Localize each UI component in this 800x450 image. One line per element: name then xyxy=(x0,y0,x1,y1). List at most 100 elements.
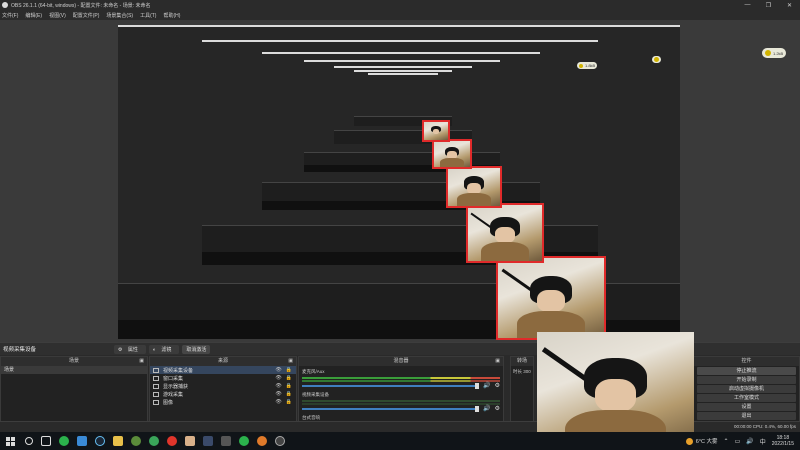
start-recording-button[interactable]: 开始录制 xyxy=(697,376,796,384)
emoji-icon xyxy=(654,57,659,62)
webcam-frame-1 xyxy=(496,256,606,340)
nested-capture-7 xyxy=(368,73,438,113)
visibility-icon[interactable]: 👁 xyxy=(275,383,281,389)
properties-button[interactable]: ⚙ 属性 xyxy=(114,344,146,354)
scene-item[interactable]: 场景 xyxy=(1,366,147,374)
chat-icon[interactable] xyxy=(239,436,249,446)
mixer-dock-title: 混音器 xyxy=(393,358,409,364)
sources-dock-title: 来源 xyxy=(217,358,228,364)
lock-icon[interactable]: 🔒 xyxy=(286,391,292,397)
close-button[interactable]: ✕ xyxy=(779,2,800,9)
weibo-icon[interactable] xyxy=(167,436,177,446)
network-icon[interactable]: ▭ xyxy=(735,438,741,445)
gamepad-icon xyxy=(153,391,159,397)
menu-help[interactable]: 帮助(H) xyxy=(163,12,180,19)
screen-icon[interactable] xyxy=(77,436,87,446)
system-clock[interactable]: 18:18 2022/1/15 xyxy=(772,435,794,447)
network-badge-nested-2: 1.8kB xyxy=(577,62,598,69)
network-badge: 1.2kB xyxy=(762,48,787,58)
scenes-dock-title: 场景 xyxy=(68,358,79,364)
menu-file[interactable]: 文件(F) xyxy=(2,12,18,19)
speaker-icon[interactable]: 🔊 xyxy=(483,382,490,389)
stop-streaming-button[interactable]: 停止推流 xyxy=(697,367,796,375)
task-view-icon[interactable] xyxy=(41,436,51,446)
lock-icon[interactable]: 🔒 xyxy=(286,399,292,405)
dock-float-icon[interactable]: ▣ xyxy=(139,357,144,366)
source-item[interactable]: 显示器捕获 👁 🔒 xyxy=(150,382,296,390)
browser-icon[interactable] xyxy=(257,436,267,446)
search-icon[interactable] xyxy=(25,437,33,445)
window-title: OBS 26.1.1 (64-bit, windows) - 配置文件: 未命名… xyxy=(11,2,151,9)
taskbar: 6°C 大雾 ⌃ ▭ 🔊 中 18:18 2022/1/15 xyxy=(0,432,800,450)
volume-meter xyxy=(302,400,500,402)
steam-icon[interactable] xyxy=(95,436,105,446)
window-icon xyxy=(153,375,159,381)
wechat-icon[interactable] xyxy=(59,436,69,446)
network-badge-text: 1.2kB xyxy=(773,50,784,56)
weather-icon xyxy=(685,437,693,445)
start-virtual-camera-button[interactable]: 启动虚拟摄像机 xyxy=(697,385,796,393)
exit-button[interactable]: 退出 xyxy=(697,412,796,420)
volume-meter xyxy=(302,377,500,379)
obs-app-icon xyxy=(2,2,8,8)
maximize-button[interactable]: ❐ xyxy=(758,2,779,9)
volume-slider[interactable] xyxy=(302,407,478,410)
menu-profile[interactable]: 配置文件(P) xyxy=(73,12,100,19)
ime-icon[interactable]: 中 xyxy=(760,437,766,446)
visibility-icon[interactable]: 👁 xyxy=(275,399,281,405)
menu-bar: 文件(F) 编辑(E) 视图(V) 配置文件(P) 场景集合(S) 工具(T) … xyxy=(0,10,800,20)
lock-icon[interactable]: 🔒 xyxy=(286,367,292,373)
minimize-button[interactable]: — xyxy=(737,2,758,9)
status-stats: 00:00:00 CPU: 0.4%, 60.00 fps xyxy=(733,424,796,429)
gear-icon[interactable]: ⚙ xyxy=(495,405,500,412)
emoji-icon xyxy=(579,63,583,68)
visibility-icon[interactable]: 👁 xyxy=(275,367,281,373)
lock-icon[interactable]: 🔒 xyxy=(286,375,292,381)
studio-mode-button[interactable]: 工作室模式 xyxy=(697,394,796,402)
channel-name: 视频采集设备 xyxy=(302,392,329,397)
chrome-icon[interactable] xyxy=(149,436,159,446)
webcam-frame-4 xyxy=(432,139,472,169)
source-item[interactable]: 游戏采集 👁 🔒 xyxy=(150,390,296,398)
duration-value[interactable]: 300 xyxy=(523,369,531,374)
speaker-icon[interactable]: 🔊 xyxy=(483,405,490,412)
mixer-channel-mic: 麦克风/Aux 🔊 ⚙ xyxy=(299,366,503,389)
monitor-icon xyxy=(153,383,159,389)
slider-knob[interactable] xyxy=(475,382,480,389)
volume-meter xyxy=(302,403,500,405)
folder-icon[interactable] xyxy=(113,436,123,446)
menu-scene-collection[interactable]: 场景集合(S) xyxy=(106,12,133,19)
windows-start-icon[interactable] xyxy=(6,436,15,446)
source-item[interactable]: 窗口采集 👁 🔒 xyxy=(150,374,296,382)
photo-icon[interactable] xyxy=(221,436,231,446)
preview-canvas[interactable]: 1.2kB 1.8kB xyxy=(0,20,800,342)
menu-view[interactable]: 视图(V) xyxy=(49,12,66,19)
controls-dock-title: 控件 xyxy=(694,357,799,366)
visibility-icon[interactable]: 👁 xyxy=(275,391,281,397)
visibility-icon[interactable]: 👁 xyxy=(275,375,281,381)
deactivate-button[interactable]: 取消激活 xyxy=(182,344,211,354)
editor-icon[interactable] xyxy=(203,436,213,446)
obs-icon[interactable] xyxy=(275,436,285,446)
store-icon[interactable] xyxy=(185,436,195,446)
volume-icon[interactable]: 🔊 xyxy=(746,438,753,445)
gear-icon[interactable]: ⚙ xyxy=(495,382,500,389)
weather-widget[interactable]: 6°C 大雾 xyxy=(685,437,718,445)
app-icon[interactable] xyxy=(131,436,141,446)
dock-float-icon[interactable]: ▣ xyxy=(288,357,293,366)
settings-button[interactable]: 设置 xyxy=(697,403,796,411)
lock-icon[interactable]: 🔒 xyxy=(286,383,292,389)
title-bar: OBS 26.1.1 (64-bit, windows) - 配置文件: 未命名… xyxy=(0,0,800,10)
webcam-frame-2 xyxy=(466,203,544,263)
filters-button[interactable]: ◐ 滤镜 xyxy=(148,344,180,354)
tray-chevron-icon[interactable]: ⌃ xyxy=(724,438,729,445)
dock-float-icon[interactable]: ▣ xyxy=(495,357,500,366)
slider-knob[interactable] xyxy=(475,405,480,412)
network-badge-nested xyxy=(652,56,661,63)
menu-tools[interactable]: 工具(T) xyxy=(140,12,156,19)
volume-slider[interactable] xyxy=(302,384,478,387)
source-item[interactable]: 视频采集设备 👁 🔒 xyxy=(150,366,296,374)
source-item[interactable]: 图像 👁 🔒 xyxy=(150,398,296,406)
mixer-channel-video: 视频采集设备 🔊 ⚙ xyxy=(299,389,503,412)
menu-edit[interactable]: 编辑(E) xyxy=(25,12,42,19)
